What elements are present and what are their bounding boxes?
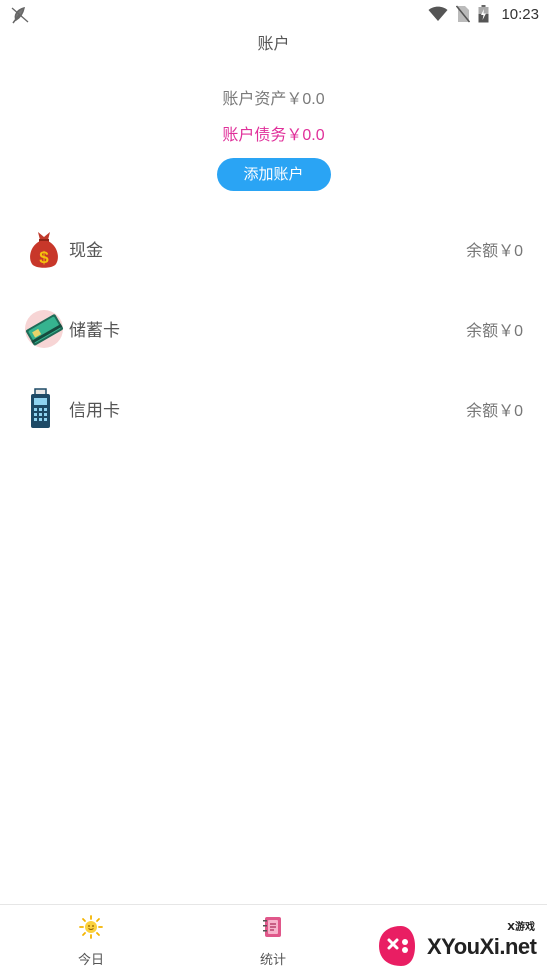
- account-row-credit-card[interactable]: 信用卡 余额￥0: [0, 370, 547, 450]
- nav-label-statistics: 统计: [259, 953, 286, 968]
- account-name: 现金: [69, 241, 103, 261]
- status-time: 10:23: [501, 5, 539, 23]
- account-row-debit-card[interactable]: 储蓄卡 余额￥0: [0, 290, 547, 370]
- no-sim-icon: [456, 5, 471, 23]
- assets-line: 账户资产￥0.0: [0, 86, 547, 112]
- debt-line: 账户债务￥0.0: [0, 122, 547, 148]
- account-name: 储蓄卡: [69, 321, 120, 341]
- feather-notification-icon: [11, 6, 29, 24]
- bottom-nav: 今日 统计 X游戏 XYouXi.net: [0, 904, 547, 974]
- svg-text:$: $: [39, 248, 49, 267]
- account-summary: 账户资产￥0.0 账户债务￥0.0 添加账户: [0, 86, 547, 191]
- nav-item-statistics[interactable]: 统计: [233, 915, 313, 973]
- pos-terminal-icon: [31, 388, 50, 428]
- nav-label-today: 今日: [77, 953, 104, 968]
- debt-label: 账户债务: [222, 125, 287, 144]
- add-account-button[interactable]: 添加账户: [216, 158, 331, 191]
- status-bar: 10:23: [0, 0, 547, 28]
- account-row-cash[interactable]: $ 现金 余额￥0: [0, 210, 547, 290]
- debt-value: ￥0.0: [286, 127, 325, 144]
- balance-label: 余额: [466, 321, 499, 340]
- notebook-icon: [263, 917, 281, 937]
- assets-value: ￥0.0: [286, 91, 325, 108]
- wifi-icon: [428, 6, 448, 21]
- battery-charging-icon: [478, 5, 489, 23]
- bank-card-icon: [25, 310, 63, 348]
- balance-value: ￥0: [498, 323, 523, 340]
- page-title: 账户: [257, 34, 290, 53]
- account-list: $ 现金 余额￥0 储蓄卡 余额￥0 信用卡 余额￥0: [0, 210, 547, 450]
- account-balance: 余额￥0: [466, 397, 523, 421]
- watermark: X游戏 XYouXi.net: [375, 914, 547, 974]
- assets-label: 账户资产: [222, 89, 287, 108]
- money-bag-icon: $: [30, 232, 58, 268]
- balance-value: ￥0: [498, 243, 523, 260]
- account-balance: 余额￥0: [466, 317, 523, 341]
- watermark-brand: XYouXi.net: [427, 934, 537, 959]
- account-balance: 余额￥0: [466, 237, 523, 261]
- balance-label: 余额: [466, 401, 499, 420]
- balance-label: 余额: [466, 241, 499, 260]
- account-name: 信用卡: [69, 401, 120, 421]
- watermark-tag: X游戏: [507, 922, 535, 933]
- sun-icon: [79, 915, 103, 939]
- gamepad-logo-icon: [379, 926, 415, 966]
- status-icons: 10:23: [428, 4, 539, 24]
- nav-item-today[interactable]: 今日: [51, 915, 131, 973]
- balance-value: ￥0: [498, 403, 523, 420]
